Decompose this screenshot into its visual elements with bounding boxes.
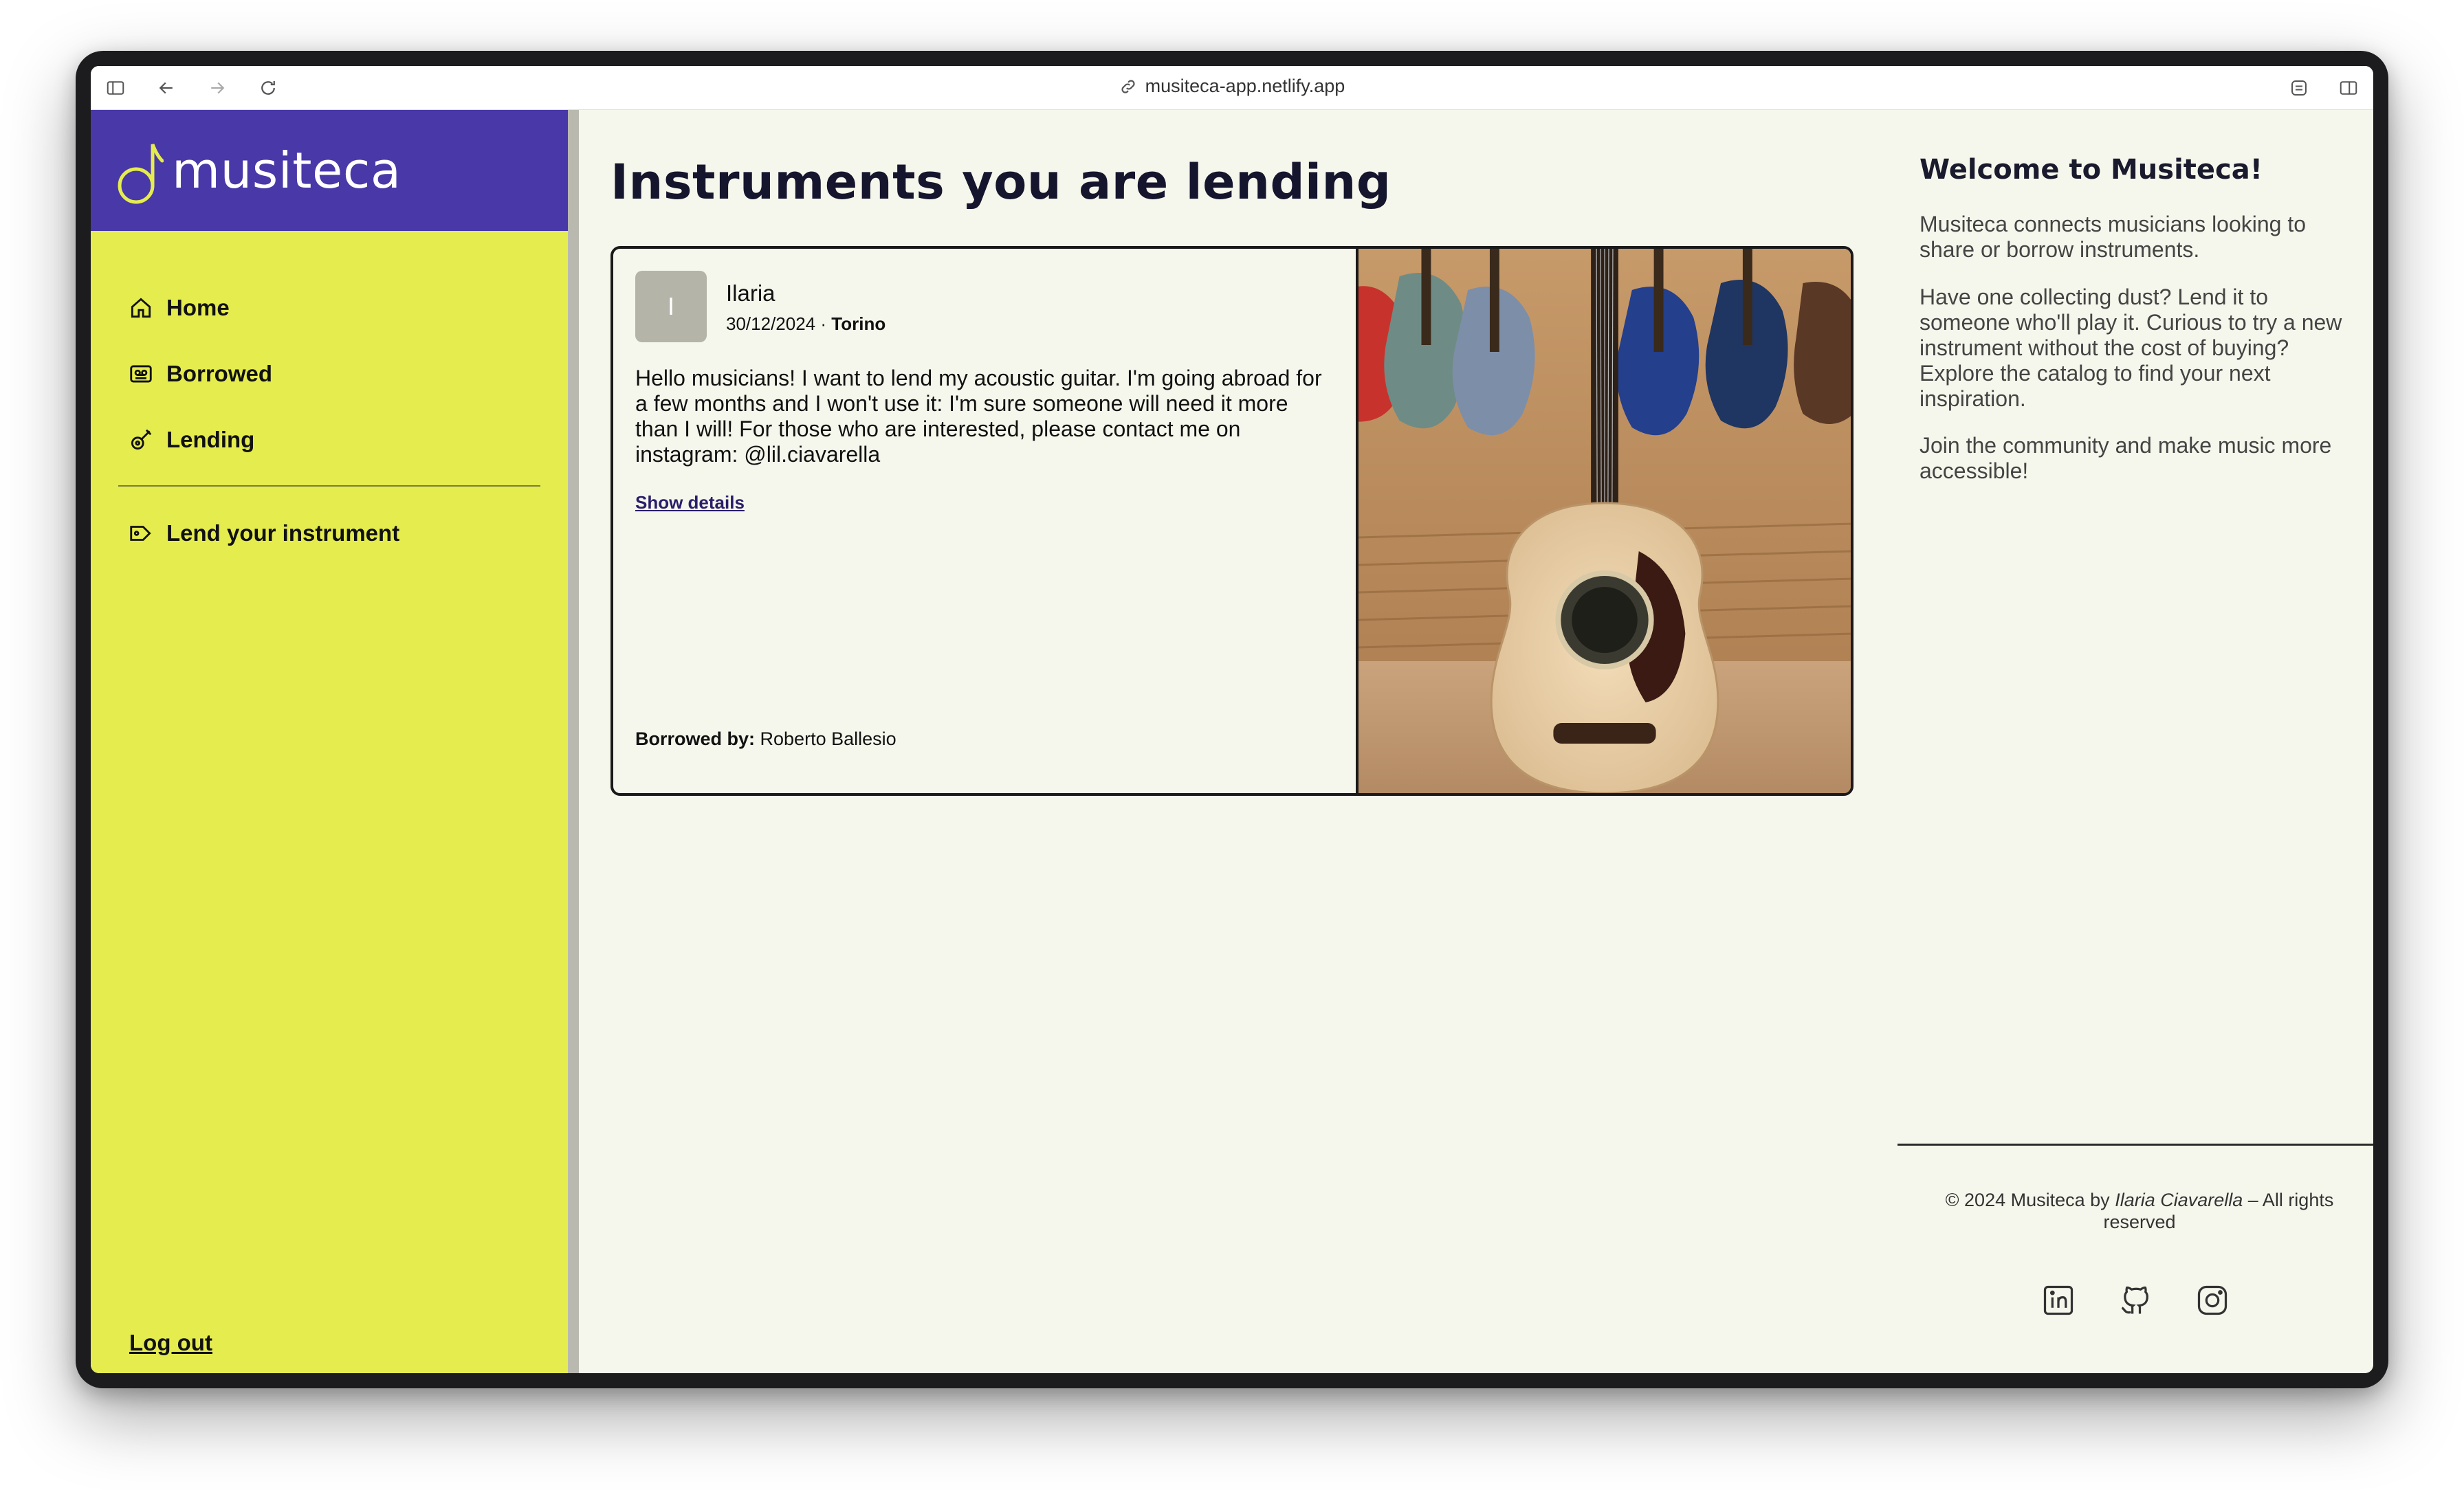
instagram-icon[interactable]	[2194, 1282, 2230, 1318]
card-city: Torino	[831, 313, 886, 334]
sidebar-item-label: Borrowed	[166, 361, 273, 386]
instrument-photo	[1356, 249, 1851, 793]
sidebar-item-borrowed[interactable]: Borrowed	[128, 341, 540, 407]
copyright-prefix: © 2024 Musiteca by	[1945, 1190, 2110, 1210]
social-links	[1898, 1282, 2373, 1318]
borrowed-by-name: Roberto Ballesio	[760, 729, 896, 749]
sidebar-lend-section: Lend your instrument	[128, 500, 540, 566]
avatar: I	[635, 271, 707, 342]
logout-link[interactable]: Log out	[129, 1330, 212, 1356]
device-frame: musiteca-app.netlify.app musiteca Home B…	[76, 51, 2388, 1388]
meta-separator: ·	[820, 313, 832, 334]
lend-instrument-button[interactable]: Lend your instrument	[128, 500, 540, 566]
borrowed-by-label: Borrowed by:	[635, 729, 756, 749]
sidebar: musiteca Home Borrowed Lending Lend your…	[91, 110, 568, 1373]
sidebar-item-lending[interactable]: Lending	[128, 407, 540, 473]
card-date: 30/12/2024	[726, 313, 816, 334]
card-meta: 30/12/2024 · Torino	[726, 313, 886, 335]
show-details-link[interactable]: Show details	[635, 492, 745, 513]
sidebar-item-label: Lending	[166, 427, 255, 452]
address-bar[interactable]: musiteca-app.netlify.app	[91, 76, 2373, 97]
sidebar-item-label: Home	[166, 295, 230, 320]
brand-header[interactable]: musiteca	[91, 110, 568, 231]
copyright: © 2024 Musiteca by Ilaria Ciavarella – A…	[1920, 1189, 2360, 1233]
extensions-icon[interactable]	[2288, 77, 2310, 99]
sidebar-item-home[interactable]: Home	[128, 275, 540, 341]
guitar-icon	[131, 429, 152, 450]
split-view-icon[interactable]	[2338, 77, 2360, 99]
borrowed-by: Borrowed by: Roberto Ballesio	[635, 729, 896, 750]
github-icon[interactable]	[2118, 1282, 2153, 1318]
sidebar-divider	[118, 485, 540, 487]
lend-instrument-label: Lend your instrument	[166, 520, 400, 546]
card-content: I Ilaria 30/12/2024 · Torino Hello music…	[613, 249, 1356, 793]
welcome-title: Welcome to Musiteca!	[1920, 154, 2263, 186]
sidebar-nav: Home Borrowed Lending	[128, 275, 540, 473]
card-description: Hello musicians! I want to lend my acous…	[635, 366, 1322, 467]
lending-card: I Ilaria 30/12/2024 · Torino Hello music…	[610, 246, 1854, 796]
brand-name: musiteca	[172, 142, 402, 199]
guitar-image	[1358, 249, 1851, 793]
welcome-paragraph-1: Musiteca connects musicians looking to s…	[1920, 212, 2307, 262]
sidebar-edge	[568, 110, 579, 1373]
screen: musiteca-app.netlify.app musiteca Home B…	[91, 66, 2373, 1373]
page-title: Instruments you are lending	[610, 154, 1392, 210]
card-username: Ilaria	[726, 280, 776, 306]
home-icon	[131, 298, 151, 318]
link-icon	[1121, 79, 1135, 93]
tag-icon	[130, 526, 151, 541]
welcome-paragraph-3: Join the community and make music more a…	[1920, 433, 2332, 483]
cassette-icon	[130, 365, 152, 383]
welcome-paragraph-2: Have one collecting dust? Lend it to som…	[1920, 285, 2342, 411]
footer-divider	[1898, 1144, 2373, 1146]
copyright-author: Ilaria Ciavarella	[2115, 1190, 2243, 1210]
url-text: musiteca-app.netlify.app	[1145, 76, 1345, 96]
linkedin-icon[interactable]	[2040, 1282, 2076, 1318]
musiteca-logo-icon	[118, 144, 164, 204]
browser-toolbar: musiteca-app.netlify.app	[91, 66, 2373, 110]
avatar-initial: I	[667, 292, 674, 320]
